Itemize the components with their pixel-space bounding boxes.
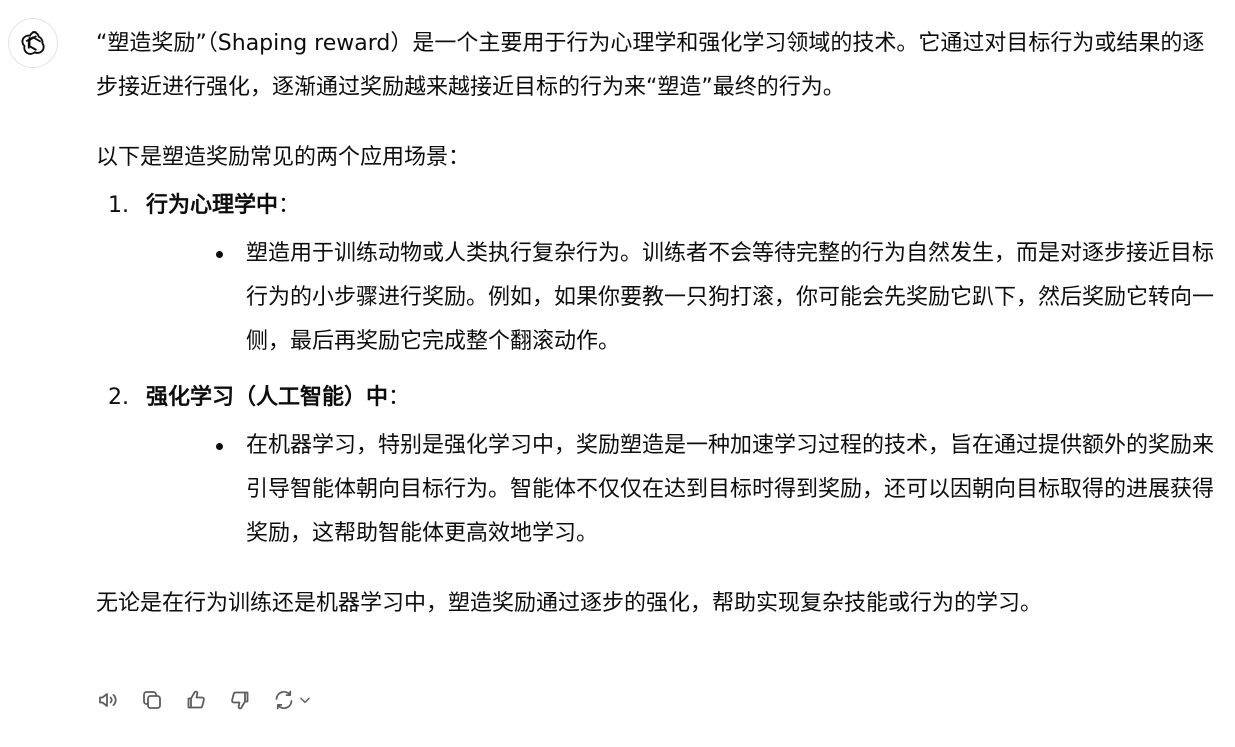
thumbs-up-icon [187,690,205,709]
assistant-message: “塑造奖励”（Shaping reward）是一个主要用于行为心理学和强化学习领… [96,22,1216,626]
read-aloud-button[interactable] [96,686,120,714]
bullet-item: 在机器学习，特别是强化学习中，奖励塑造是一种加速学习过程的技术，旨在通过提供额外… [196,424,1216,556]
bad-response-button[interactable] [228,686,252,714]
list-number: 2. [108,385,129,410]
good-response-button[interactable] [184,686,208,714]
list-item-title: 强化学习（人工智能）中 [146,385,389,410]
copy-button[interactable] [140,686,164,714]
bullet-list: 在机器学习，特别是强化学习中，奖励塑造是一种加速学习过程的技术，旨在通过提供额外… [146,424,1216,556]
list-item: 1. 行为心理学中： 塑造用于训练动物或人类执行复杂行为。训练者不会等待完整的行… [96,184,1216,364]
list-item: 2. 强化学习（人工智能）中： 在机器学习，特别是强化学习中，奖励塑造是一种加速… [96,376,1216,556]
speaker-icon [99,693,117,707]
list-item-colon: ： [278,193,301,218]
bullet-item: 塑造用于训练动物或人类执行复杂行为。训练者不会等待完整的行为自然发生，而是对逐步… [196,232,1216,364]
thumbs-down-icon [231,691,249,710]
list-item-title: 行为心理学中 [146,193,279,218]
lead-paragraph: 以下是塑造奖励常见的两个应用场景： [96,145,471,170]
assistant-avatar [8,18,58,68]
list-item-colon: ： [388,385,411,410]
regenerate-button[interactable] [272,686,312,714]
chevron-down-icon [300,697,310,704]
outro-paragraph: 无论是在行为训练还是机器学习中，塑造奖励通过逐步的强化，帮助实现复杂技能或行为的… [96,591,1043,616]
list-number: 1. [108,193,129,218]
intro-paragraph: “塑造奖励”（Shaping reward）是一个主要用于行为心理学和强化学习领… [96,31,1205,100]
message-action-bar [96,686,312,714]
copy-icon [143,691,161,709]
scenario-list: 1. 行为心理学中： 塑造用于训练动物或人类执行复杂行为。训练者不会等待完整的行… [96,184,1216,556]
openai-logo-icon [21,31,45,55]
bullet-list: 塑造用于训练动物或人类执行复杂行为。训练者不会等待完整的行为自然发生，而是对逐步… [146,232,1216,364]
regenerate-icon [275,690,293,710]
